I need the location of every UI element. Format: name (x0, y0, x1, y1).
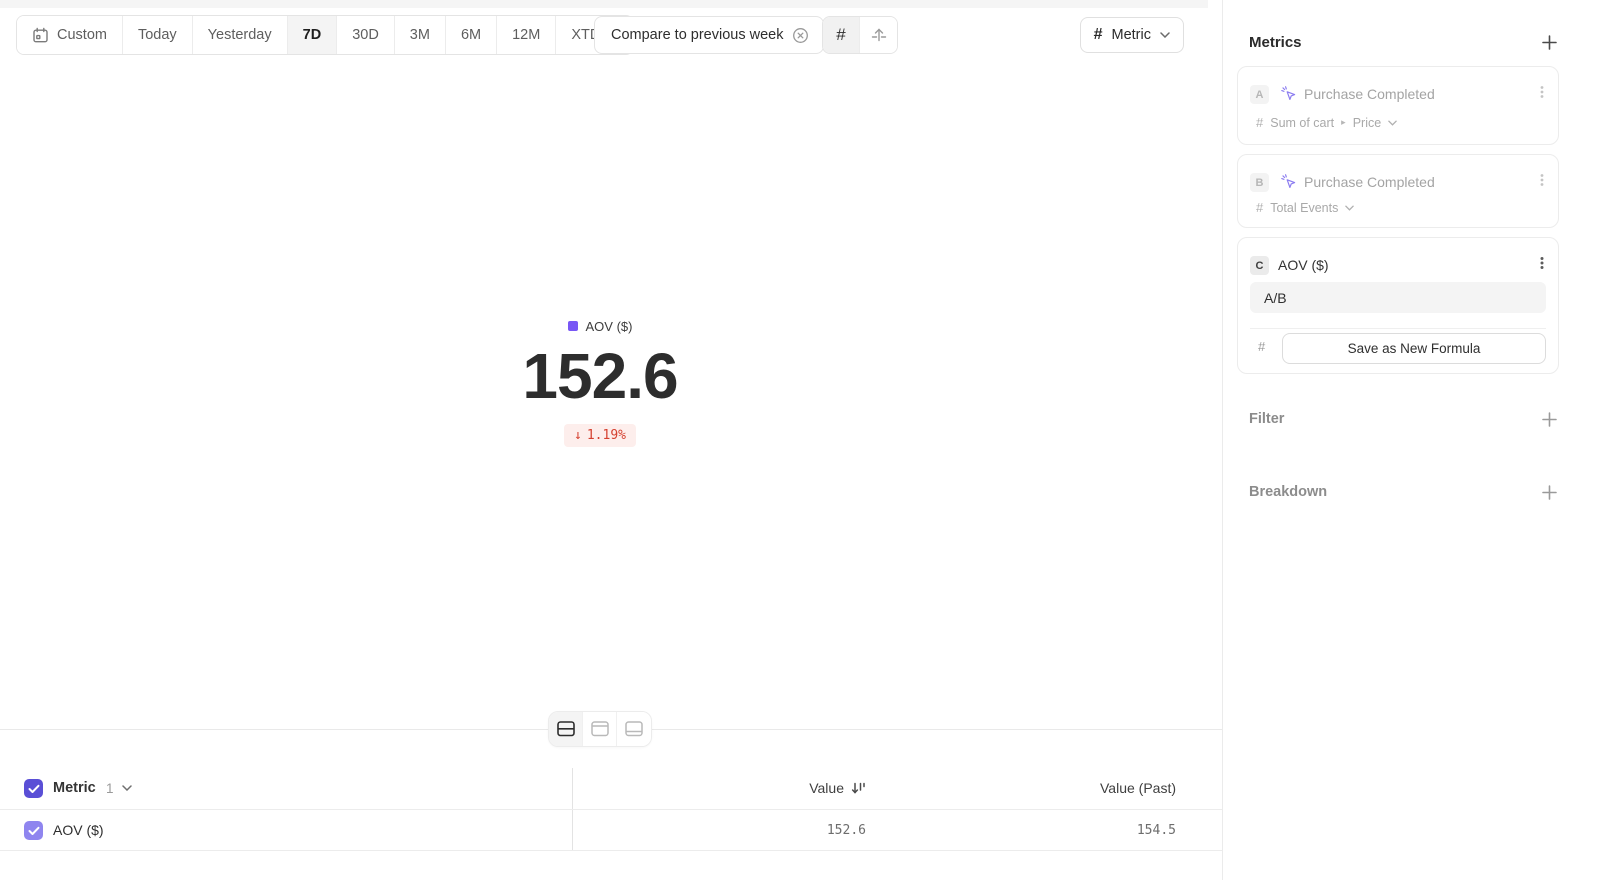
metric-card-b[interactable]: B Purchase Completed # Total Events (1237, 154, 1559, 228)
chart-view-button[interactable] (583, 712, 617, 746)
formula-text: A/B (1264, 290, 1287, 306)
results-table: Metric 1 Value Value (Past) AOV ($) (0, 768, 1222, 851)
metric-card-a-aggregation[interactable]: # Sum of cart ▸ Price (1256, 115, 1397, 130)
table-header-row: Metric 1 Value Value (Past) (0, 768, 1222, 810)
metric-card-a-title: Purchase Completed (1304, 86, 1435, 102)
metric-column-chevron-icon[interactable] (122, 785, 132, 791)
split-view-button[interactable] (549, 712, 583, 746)
arrow-down-icon: ↓ (574, 428, 582, 443)
date-range-custom[interactable]: Custom (17, 16, 123, 54)
layout-toggle-group (548, 711, 652, 747)
metric-badge-a: A (1250, 85, 1269, 104)
date-range-7d[interactable]: 7D (288, 16, 338, 54)
chevron-down-icon (1388, 120, 1397, 126)
goal-mode-button[interactable] (860, 17, 897, 53)
formula-input[interactable]: A/B (1250, 282, 1546, 313)
date-range-6m[interactable]: 6M (446, 16, 497, 54)
metric-big-value: 152.6 (0, 344, 1200, 408)
number-format-icon: # (1258, 339, 1265, 354)
filter-section-title: Filter (1249, 411, 1284, 427)
chevron-down-icon (1160, 32, 1170, 38)
card-divider (1250, 328, 1546, 329)
metric-count: 1 (106, 781, 114, 796)
metric-card-b-aggregation[interactable]: # Total Events (1256, 200, 1354, 215)
date-range-group: Custom Today Yesterday 7D 30D 3M 6M 12M … (16, 15, 634, 55)
date-range-custom-label: Custom (57, 27, 107, 43)
metric-card-c[interactable]: C AOV ($) A/B # Save as New Formula (1237, 237, 1559, 374)
date-range-30d[interactable]: 30D (337, 16, 395, 54)
row-value-past: 154.5 (1137, 823, 1176, 838)
aggregation-label: Sum of cart (1270, 116, 1334, 130)
date-range-today[interactable]: Today (123, 16, 193, 54)
compare-chip-label: Compare to previous week (611, 27, 783, 43)
metric-card-c-title: AOV ($) (1278, 257, 1329, 273)
table-view-button[interactable] (617, 712, 651, 746)
metrics-section-title: Metrics (1249, 34, 1302, 51)
metric-card-c-menu-icon[interactable] (1534, 255, 1550, 271)
split-view-icon (557, 721, 575, 737)
metric-card-b-title: Purchase Completed (1304, 174, 1435, 190)
remove-compare-icon[interactable] (792, 27, 809, 44)
aggregation-label: Total Events (1270, 201, 1338, 215)
sort-descending-icon (851, 781, 866, 795)
metric-card-b-menu-icon[interactable] (1534, 172, 1550, 188)
add-breakdown-button[interactable] (1540, 483, 1558, 501)
metric-dropdown-label: Metric (1112, 27, 1151, 43)
select-all-checkbox[interactable] (24, 779, 43, 798)
legend-label: AOV ($) (586, 319, 633, 334)
big-number-chart: AOV ($) 152.6 ↓ 1.19% (0, 318, 1200, 447)
metric-dropdown-button[interactable]: # Metric (1080, 17, 1184, 53)
legend-item[interactable]: AOV ($) (568, 319, 633, 334)
chevron-down-icon (1345, 205, 1354, 211)
metric-badge-c: C (1250, 256, 1269, 275)
query-builder-sidebar: Metrics A Purchase Completed # Sum (1222, 0, 1600, 880)
add-metric-button[interactable] (1540, 33, 1558, 51)
chart-view-icon (591, 721, 609, 737)
date-range-3m[interactable]: 3M (395, 16, 446, 54)
date-range-yesterday[interactable]: Yesterday (193, 16, 288, 54)
change-badge: ↓ 1.19% (564, 424, 636, 447)
compare-chip[interactable]: Compare to previous week (594, 16, 824, 54)
change-value: 1.19% (587, 428, 626, 443)
toolbar: Custom Today Yesterday 7D 30D 3M 6M 12M … (0, 8, 1222, 68)
row-value: 152.6 (827, 823, 866, 838)
metric-column-label: Metric (53, 780, 96, 796)
calendar-icon (32, 27, 49, 44)
aggregation-property: Price (1353, 116, 1381, 130)
value-column-header[interactable]: Value (809, 780, 866, 796)
number-format-icon: # (1256, 200, 1263, 215)
breadcrumb-arrow-icon: ▸ (1341, 117, 1346, 128)
main-panel: Custom Today Yesterday 7D 30D 3M 6M 12M … (0, 0, 1222, 880)
table-row: AOV ($) 152.6 154.5 (0, 810, 1222, 851)
save-formula-button[interactable]: Save as New Formula (1282, 333, 1546, 364)
metric-card-a[interactable]: A Purchase Completed # Sum of cart ▸ Pri… (1237, 66, 1559, 145)
number-mode-icon: # (836, 25, 845, 45)
metric-badge-b: B (1250, 173, 1269, 192)
value-past-column-header: Value (Past) (1100, 780, 1176, 796)
top-background-strip (0, 0, 1208, 8)
legend-swatch (568, 321, 578, 331)
metric-hash-icon: # (1094, 26, 1103, 44)
number-mode-button[interactable]: # (823, 17, 860, 53)
chart-mode-toggle: # (822, 16, 898, 54)
event-sparkle-icon (1280, 173, 1297, 190)
date-range-12m[interactable]: 12M (497, 16, 556, 54)
row-checkbox[interactable] (24, 821, 43, 840)
metric-card-a-menu-icon[interactable] (1534, 84, 1550, 100)
row-metric-label: AOV ($) (53, 822, 104, 838)
breakdown-section-title: Breakdown (1249, 484, 1327, 500)
goal-arrow-icon (870, 26, 888, 44)
table-view-icon (625, 721, 643, 737)
add-filter-button[interactable] (1540, 410, 1558, 428)
event-sparkle-icon (1280, 85, 1297, 102)
number-format-icon: # (1256, 115, 1263, 130)
